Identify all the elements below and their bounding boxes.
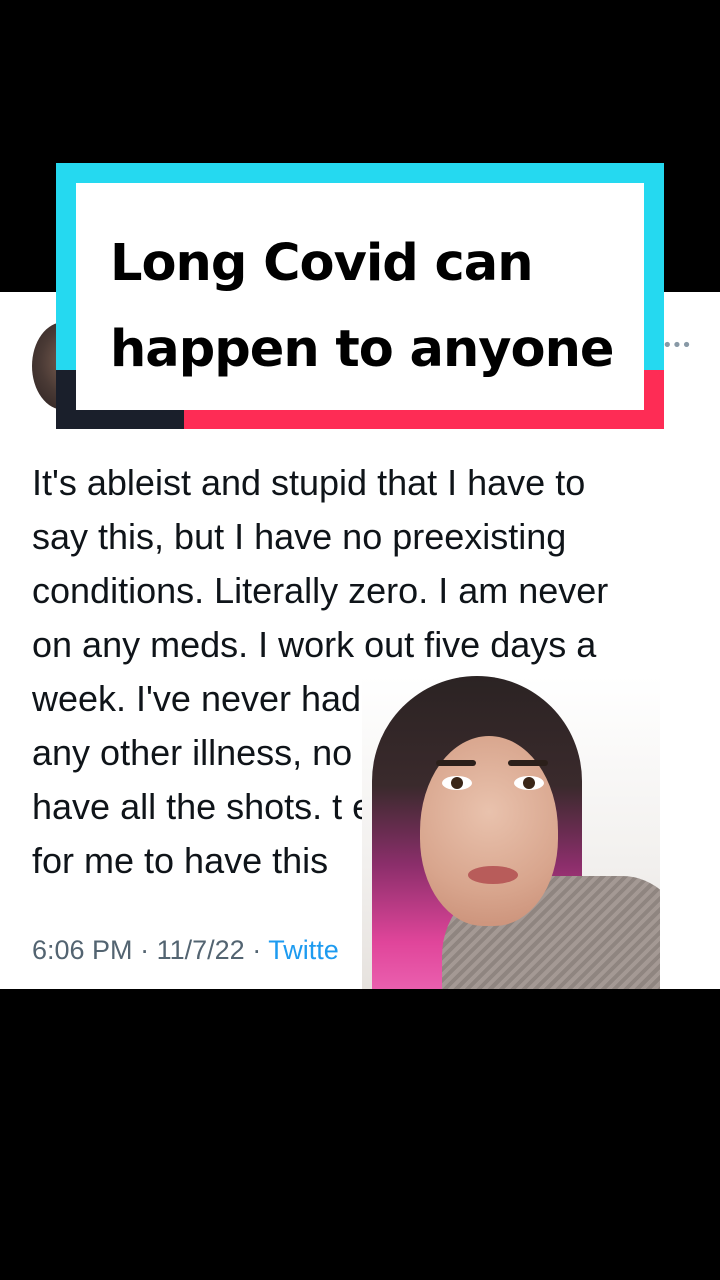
presenter-brow [508, 760, 548, 766]
tweet-time: 6:06 PM [32, 935, 133, 965]
video-title-line-2: happen to anyone [110, 320, 614, 379]
tweet-source-link[interactable]: Twitte [268, 935, 339, 965]
video-title-line-1: Long Covid can [110, 234, 534, 293]
tweet-date: 11/7/22 [156, 935, 245, 965]
presenter-brow [436, 760, 476, 766]
title-card: Long Covid can happen to anyone [76, 183, 644, 410]
more-horizontal-icon[interactable]: ••• [662, 332, 692, 360]
tweet-meta: 6:06 PM · 11/7/22 · Twitte [32, 928, 339, 972]
video-title: Long Covid can happen to anyone [110, 221, 614, 393]
title-overlay: Long Covid can happen to anyone [56, 163, 664, 429]
presenter-eye [442, 776, 472, 790]
meta-separator: · [252, 935, 262, 965]
presenter-mouth [468, 866, 518, 884]
presenter-video [362, 676, 660, 989]
meta-separator: · [140, 935, 150, 965]
presenter-eye [514, 776, 544, 790]
